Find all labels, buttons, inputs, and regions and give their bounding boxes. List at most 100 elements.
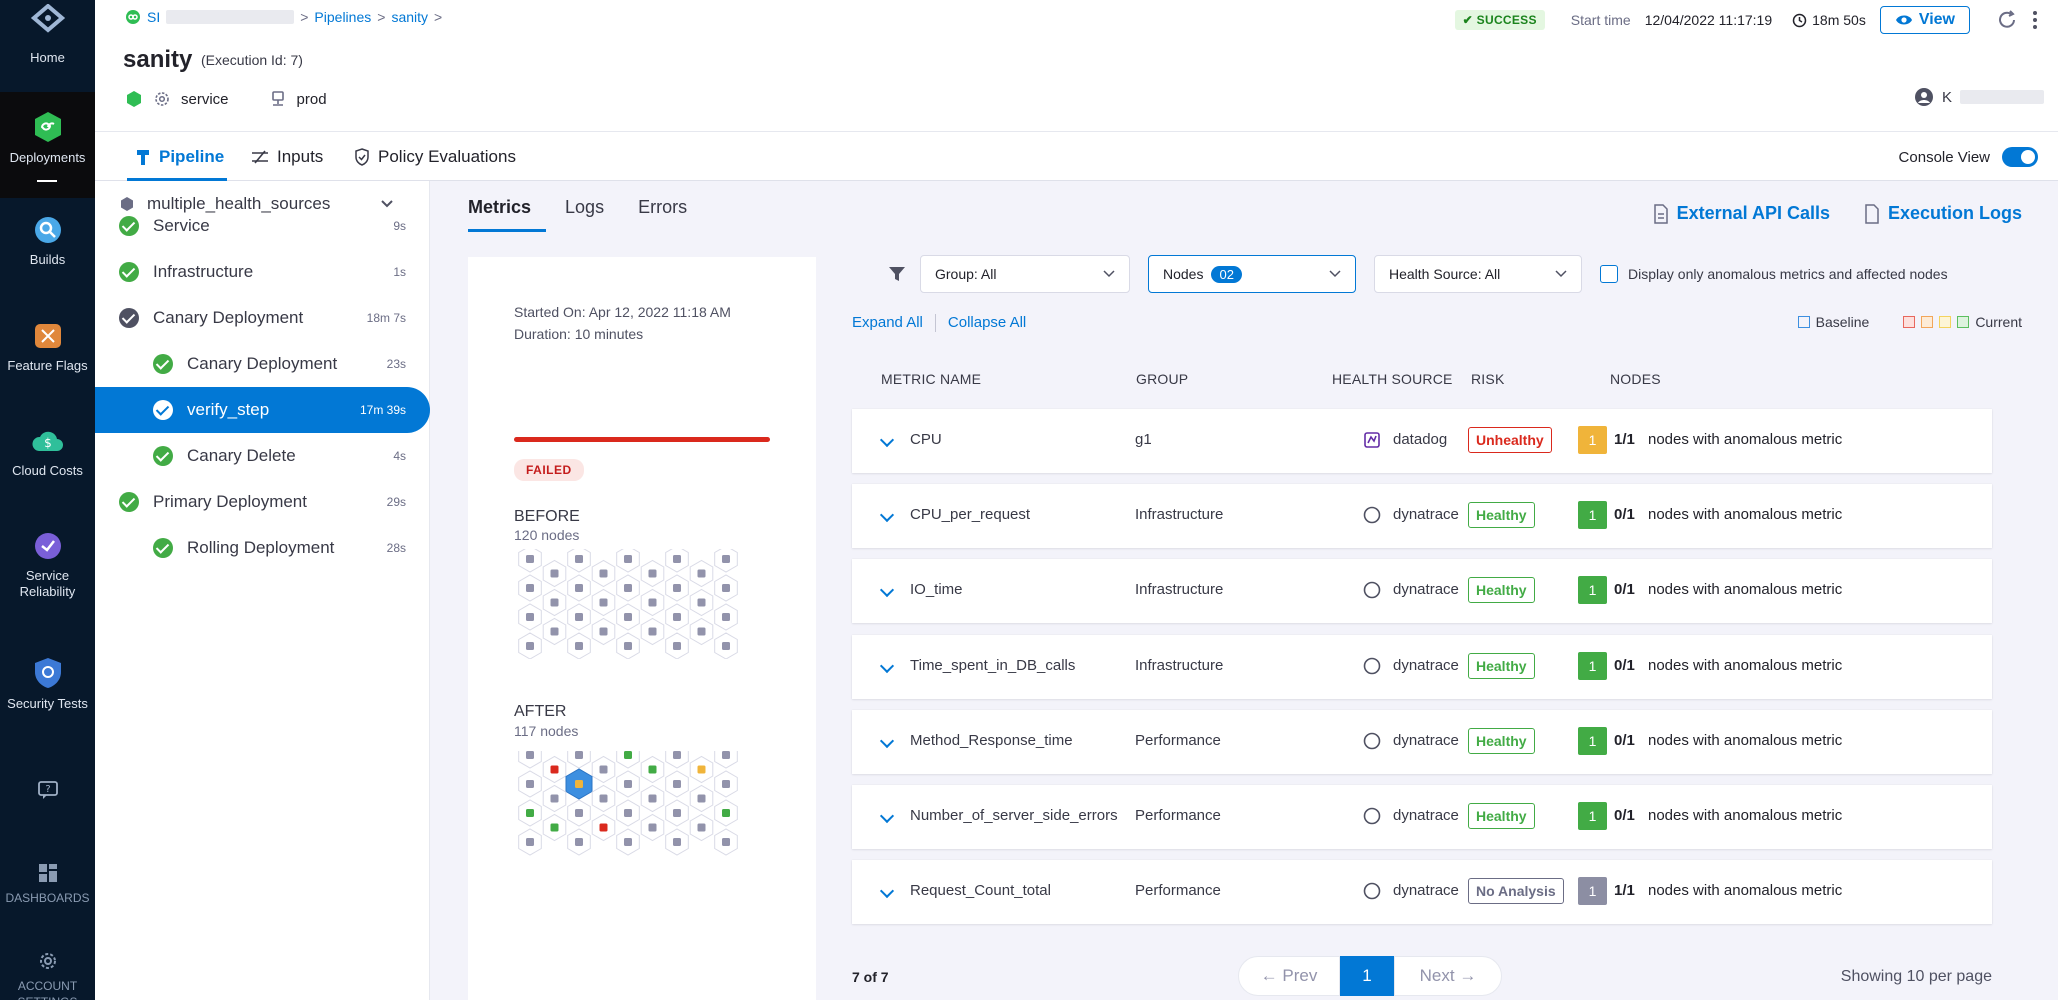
next-button[interactable]: Next → [1394, 956, 1502, 996]
tab-logs[interactable]: Logs [565, 197, 604, 218]
page-1-button[interactable]: 1 [1340, 956, 1394, 996]
anomalous-node-fraction: 0/1 [1614, 656, 1635, 674]
expand-chevron-icon[interactable] [879, 432, 895, 448]
expand-chevron-icon[interactable] [879, 658, 895, 673]
nav-service-reliability[interactable]: Service Reliability [0, 530, 95, 620]
breadcrumb: SI > Pipelines > sanity > [125, 9, 442, 25]
expand-chevron-icon[interactable] [879, 884, 895, 899]
metric-group: Infrastructure [1135, 656, 1224, 674]
toggle-switch[interactable] [2002, 147, 2038, 167]
nav-cloud-costs[interactable]: $ Cloud Costs [0, 425, 95, 495]
console-view-label: Console View [1898, 148, 1990, 166]
node-status-dot [673, 555, 681, 563]
table-row[interactable]: Time_spent_in_DB_calls Infrastructure dyna… [852, 634, 1992, 699]
metric-name: CPU_per_request [910, 506, 1031, 524]
node-status-dot [648, 627, 657, 636]
node-status-dot [722, 584, 730, 592]
node-status-dot [697, 794, 706, 803]
tree-item-label: verify_step [187, 400, 270, 419]
tree-item-primary-deployment[interactable]: Primary Deployment 29s [95, 479, 430, 525]
nav-builds[interactable]: Builds [0, 214, 95, 284]
health-source-name: datadog [1393, 431, 1448, 448]
tab-inputs[interactable]: Inputs [251, 147, 323, 167]
tab-pipeline[interactable]: Pipeline [135, 147, 224, 167]
expand-chevron-icon[interactable] [879, 808, 895, 824]
tree-item-canary-delete[interactable]: Canary Delete 4s [95, 433, 430, 479]
table-row[interactable]: Number_of_server_side_errors Performance d… [852, 785, 1992, 849]
datadog-icon [1364, 432, 1380, 448]
health-source-select-value: Health Source: All [1389, 266, 1501, 282]
nav-feature-flags[interactable]: Feature Flags [0, 320, 95, 390]
nav-deployments[interactable]: Deployments [0, 92, 95, 198]
node-status-dot [697, 627, 706, 636]
tab-metrics[interactable]: Metrics [468, 197, 531, 218]
execution-logs-link[interactable]: Execution Logs [1864, 203, 2022, 224]
dynatrace-icon [1363, 882, 1381, 900]
node-status-dot [673, 613, 681, 621]
expand-all-link[interactable]: Expand All [852, 314, 923, 332]
metric-name: Request_Count_total [910, 882, 1051, 900]
breadcrumb-pipelines[interactable]: Pipelines [314, 9, 371, 25]
table-row[interactable]: IO_time Infrastructure dynatrace Healthy 1 0/… [852, 559, 1992, 624]
table-row[interactable]: Method_Response_time Performance dynatrace… [852, 709, 1992, 774]
nav-help[interactable]: ? [0, 778, 95, 818]
prev-button[interactable]: ← Prev [1238, 956, 1340, 996]
risk-badge: Healthy [1468, 803, 1535, 829]
divider [934, 314, 936, 332]
tab-policy-evaluations[interactable]: Policy Evaluations [354, 147, 516, 167]
tree-item-service[interactable]: Service 9s [95, 203, 430, 249]
expand-chevron-icon[interactable] [879, 583, 895, 598]
node-status-dot [673, 642, 681, 650]
nodes-count-pill: 02 [1211, 265, 1242, 283]
tree-item-verify-step[interactable]: verify_step 17m 39s [95, 387, 430, 433]
nav-home[interactable]: Home [0, 4, 95, 92]
deployments-icon [34, 112, 61, 142]
tree-item-canary-deployment[interactable]: Canary Deployment 18m 7s [95, 295, 430, 341]
tree-item-canary-deployment-step[interactable]: Canary Deployment 23s [95, 341, 430, 387]
external-api-calls-link[interactable]: External API Calls [1653, 203, 1830, 224]
tab-errors[interactable]: Errors [638, 197, 687, 218]
anomalous-node-text: nodes with anomalous metric [1648, 882, 1843, 900]
expand-chevron-icon[interactable] [879, 508, 895, 523]
metric-name: Method_Response_time [910, 731, 1073, 749]
success-check-icon [119, 262, 139, 282]
refresh-icon[interactable] [1996, 9, 2018, 31]
service-env-row: service prod [125, 90, 327, 108]
nav-dashboards[interactable]: DASHBOARDS [0, 862, 95, 912]
nodes-select[interactable]: Nodes 02 [1148, 255, 1356, 293]
nav-security-tests[interactable]: Security Tests [0, 656, 95, 726]
console-view-toggle[interactable]: Console View [1899, 147, 2038, 167]
success-check-icon [119, 492, 139, 512]
tree-item-duration: 29s [386, 495, 406, 509]
node-status-dot [526, 584, 534, 592]
view-button[interactable]: View [1879, 6, 1970, 34]
checkbox[interactable] [1600, 265, 1618, 283]
verify-step-details: Metrics Logs Errors External API Calls E… [430, 181, 2058, 1000]
tree-item-duration: 17m 39s [359, 403, 406, 417]
tree-item-infrastructure[interactable]: Infrastructure 1s [95, 249, 430, 295]
nav-account-settings[interactable]: ACCOUNT SETTINGS [0, 950, 95, 1000]
node-status-dot [722, 838, 730, 846]
health-source-select[interactable]: Health Source: All [1374, 255, 1582, 293]
table-row[interactable]: CPU_per_request Infrastructure dynatrace He… [852, 484, 1992, 549]
nav-security-tests-label: Security Tests [7, 696, 88, 711]
metric-name: IO_time [910, 581, 963, 599]
table-row[interactable]: CPU g1 datadog Unhealthy 1 1/1 nodes with anom… [852, 409, 1992, 473]
anomalous-only-label: Display only anomalous metrics and affec… [1628, 266, 1948, 282]
page-title: sanity [123, 46, 193, 73]
expand-chevron-icon[interactable] [879, 733, 895, 748]
table-row[interactable]: Request_Count_total Performance dynatrace N… [852, 860, 1992, 925]
before-nodes: 120 nodes [514, 527, 580, 543]
tree-item-duration: 28s [386, 541, 406, 555]
more-options-icon[interactable] [2032, 9, 2038, 31]
service-reliability-icon [34, 533, 61, 559]
cloud-costs-icon: $ [31, 431, 63, 451]
anomalous-node-text: nodes with anomalous metric [1648, 731, 1843, 749]
tree-item-rolling-deployment[interactable]: Rolling Deployment 28s [95, 525, 430, 571]
collapse-all-link[interactable]: Collapse All [948, 314, 1026, 332]
breadcrumb-project[interactable]: SI [147, 9, 160, 25]
filter-icon[interactable] [888, 265, 906, 283]
anomalous-only-checkbox[interactable]: Display only anomalous metrics and affec… [1600, 265, 1948, 283]
breadcrumb-pipeline[interactable]: sanity [391, 9, 428, 25]
group-select[interactable]: Group: All [920, 255, 1130, 293]
